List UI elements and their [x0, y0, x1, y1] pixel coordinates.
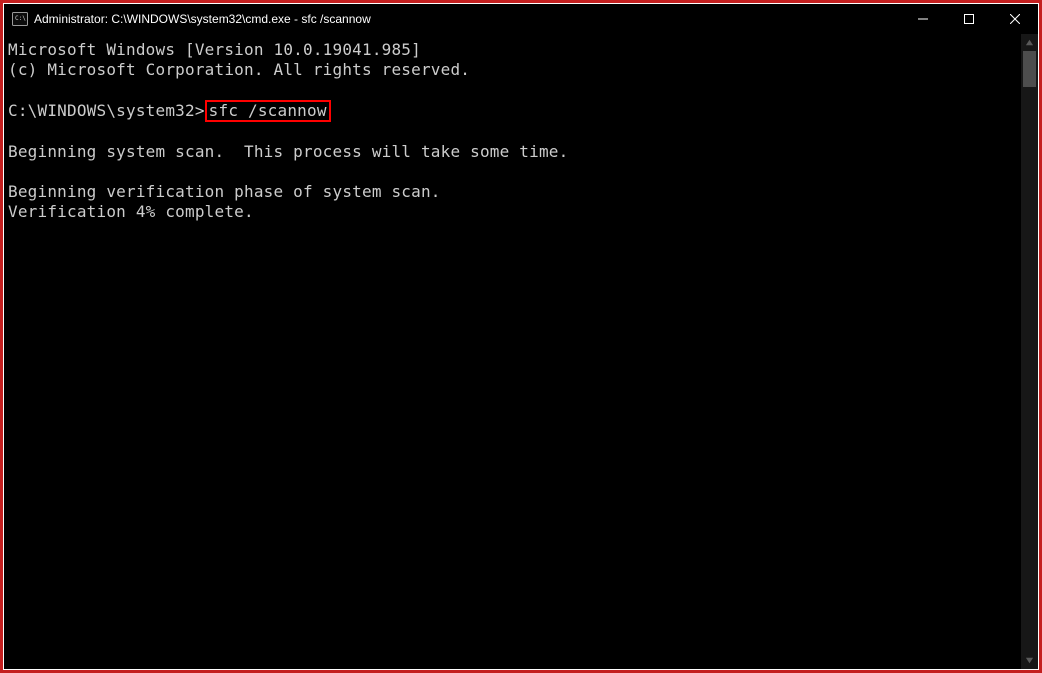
scrollbar-track[interactable] [1021, 51, 1038, 652]
scroll-up-button[interactable] [1021, 34, 1038, 51]
output-line: Beginning verification phase of system s… [8, 182, 441, 201]
minimize-button[interactable] [900, 4, 946, 34]
maximize-button[interactable] [946, 4, 992, 34]
output-line: (c) Microsoft Corporation. All rights re… [8, 60, 470, 79]
cmd-window: C:\ Administrator: C:\WINDOWS\system32\c… [4, 4, 1038, 669]
client-area: Microsoft Windows [Version 10.0.19041.98… [4, 34, 1038, 669]
vertical-scrollbar[interactable] [1021, 34, 1038, 669]
titlebar[interactable]: C:\ Administrator: C:\WINDOWS\system32\c… [4, 4, 1038, 34]
output-line: Beginning system scan. This process will… [8, 142, 568, 161]
window-title: Administrator: C:\WINDOWS\system32\cmd.e… [34, 12, 371, 26]
close-button[interactable] [992, 4, 1038, 34]
cmd-icon: C:\ [12, 11, 28, 27]
terminal-output[interactable]: Microsoft Windows [Version 10.0.19041.98… [4, 34, 1021, 669]
output-line: Microsoft Windows [Version 10.0.19041.98… [8, 40, 421, 59]
scroll-down-button[interactable] [1021, 652, 1038, 669]
scrollbar-thumb[interactable] [1023, 51, 1036, 87]
prompt-prefix: C:\WINDOWS\system32> [8, 101, 205, 120]
entered-command-highlight: sfc /scannow [205, 100, 331, 122]
svg-text:C:\: C:\ [15, 15, 26, 22]
output-line: Verification 4% complete. [8, 202, 254, 221]
